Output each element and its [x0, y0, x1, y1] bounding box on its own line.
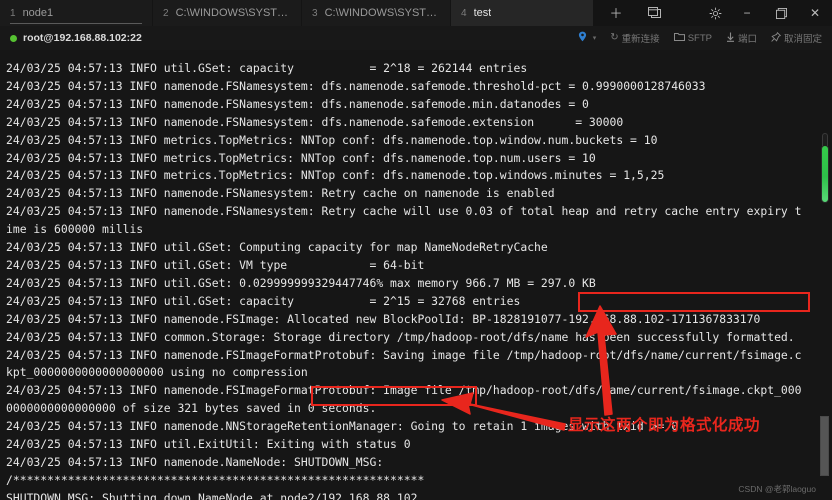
session-toolbar: root@192.168.88.102:22 ▾ ↻ 重新连接 SFTP 端口 … [0, 26, 832, 51]
maximize-icon[interactable] [764, 0, 798, 26]
annotation-note: 显示这两个即为格式化成功 [568, 416, 761, 434]
tab-system-2[interactable]: 3 C:\WINDOWS\SYSTEM... [302, 0, 451, 26]
reconnect-icon: ↻ [610, 32, 619, 43]
tab-label: C:\WINDOWS\SYSTEM... [175, 7, 289, 19]
toolbar-sftp-label: SFTP [687, 32, 712, 44]
tab-label: test [473, 7, 492, 19]
terminal-line: /***************************************… [6, 472, 425, 487]
terminal-app-window: 1 node1 2 C:\WINDOWS\SYSTEM... 3 C:\WIND… [0, 0, 832, 500]
tab-index: 1 [10, 7, 16, 19]
terminal-scrollbar-thumb[interactable] [821, 133, 829, 203]
terminal-line: 24/03/25 04:57:13 INFO util.GSet: 0.0299… [6, 275, 596, 290]
location-pin-icon [578, 31, 587, 45]
toolbar-unpin-label: 取消固定 [783, 34, 822, 45]
plus-icon[interactable]: ＋ [608, 5, 624, 21]
tab-index: 3 [312, 7, 318, 19]
tab-label: node1 [22, 7, 54, 19]
toolbar-reconnect-label: 重新连接 [621, 34, 660, 45]
gear-icon[interactable] [700, 0, 730, 26]
tab-bar: 1 node1 2 C:\WINDOWS\SYSTEM... 3 C:\WIND… [0, 0, 832, 26]
toolbar-actions: ▾ ↻ 重新连接 SFTP 端口 取消固定 [578, 31, 832, 45]
terminal-line: 24/03/25 04:57:13 INFO namenode.FSNamesy… [6, 204, 802, 219]
unpin-icon [771, 31, 782, 45]
terminal-line: kpt_0000000000000000000 using no compres… [6, 365, 308, 380]
terminal-line: 24/03/25 04:57:13 INFO common.Storage: S… [6, 329, 795, 344]
toolbar-sftp-button[interactable]: SFTP [673, 32, 712, 44]
terminal-line: 24/03/25 04:57:13 INFO namenode.FSImage:… [6, 311, 761, 326]
chevron-down-icon: ▾ [592, 35, 597, 42]
terminal-line: 24/03/25 04:57:13 INFO util.GSet: capaci… [6, 61, 528, 75]
window-split-icon[interactable] [646, 5, 662, 21]
terminal-line: SHUTDOWN_MSG: Shutting down NameNode at … [6, 490, 418, 500]
tab-test[interactable]: 4 test [451, 0, 594, 26]
toolbar-unpin-button[interactable]: 取消固定 [771, 31, 822, 45]
terminal-line: 24/03/25 04:57:13 INFO namenode.FSImageF… [6, 383, 802, 398]
tab-system-1[interactable]: 2 C:\WINDOWS\SYSTEM... [153, 0, 302, 26]
terminal-line: 24/03/25 04:57:13 INFO namenode.FSNamesy… [6, 78, 706, 93]
close-icon[interactable]: ✕ [798, 0, 832, 26]
terminal-line: 24/03/25 04:57:13 INFO namenode.NameNode… [6, 454, 384, 469]
terminal-scrollbar-secondary-thumb[interactable] [820, 416, 829, 476]
window-controls: − ✕ [700, 0, 832, 26]
tab-index: 4 [461, 7, 467, 19]
session-label: root@192.168.88.102:22 [23, 32, 142, 44]
session-indicator: root@192.168.88.102:22 [0, 32, 142, 44]
terminal-line: 24/03/25 04:57:13 INFO util.GSet: VM typ… [6, 257, 425, 272]
toolbar-location-button[interactable]: ▾ [578, 31, 597, 45]
terminal-line: 24/03/25 04:57:13 INFO util.GSet: Comput… [6, 240, 548, 255]
tab-bar-controls: ＋ − ✕ [594, 0, 832, 26]
tab-index: 2 [163, 7, 169, 19]
tab-node1[interactable]: 1 node1 [0, 0, 153, 26]
terminal-line: 24/03/25 04:57:13 INFO namenode.FSNamesy… [6, 186, 555, 201]
terminal-line: 24/03/25 04:57:13 INFO metrics.TopMetric… [6, 168, 665, 183]
terminal-line: 24/03/25 04:57:13 INFO namenode.FSNamesy… [6, 114, 624, 129]
port-icon [726, 32, 735, 45]
toolbar-port-button[interactable]: 端口 [726, 31, 757, 45]
terminal-line: 24/03/25 04:57:13 INFO metrics.TopMetric… [6, 132, 658, 147]
terminal-line: 24/03/25 04:57:13 INFO metrics.TopMetric… [6, 150, 596, 165]
watermark: CSDN @老郭laoguo [738, 484, 816, 494]
terminal-line: 24/03/25 04:57:13 INFO util.GSet: capaci… [6, 293, 521, 308]
terminal-line: 24/03/25 04:57:13 INFO namenode.FSImageF… [6, 347, 802, 362]
terminal-line: 24/03/25 04:57:13 INFO util.ExitUtil: Ex… [6, 437, 411, 452]
connection-status-dot [10, 34, 17, 42]
toolbar-reconnect-button[interactable]: ↻ 重新连接 [610, 31, 660, 46]
minimize-icon[interactable]: − [730, 0, 764, 26]
terminal-line: ime is 600000 millis [6, 222, 144, 237]
terminal-line: 24/03/25 04:57:13 INFO namenode.FSNamesy… [6, 96, 589, 111]
tab-label: C:\WINDOWS\SYSTEM... [324, 7, 438, 19]
sftp-folder-icon [673, 32, 685, 44]
toolbar-port-label: 端口 [737, 34, 757, 45]
